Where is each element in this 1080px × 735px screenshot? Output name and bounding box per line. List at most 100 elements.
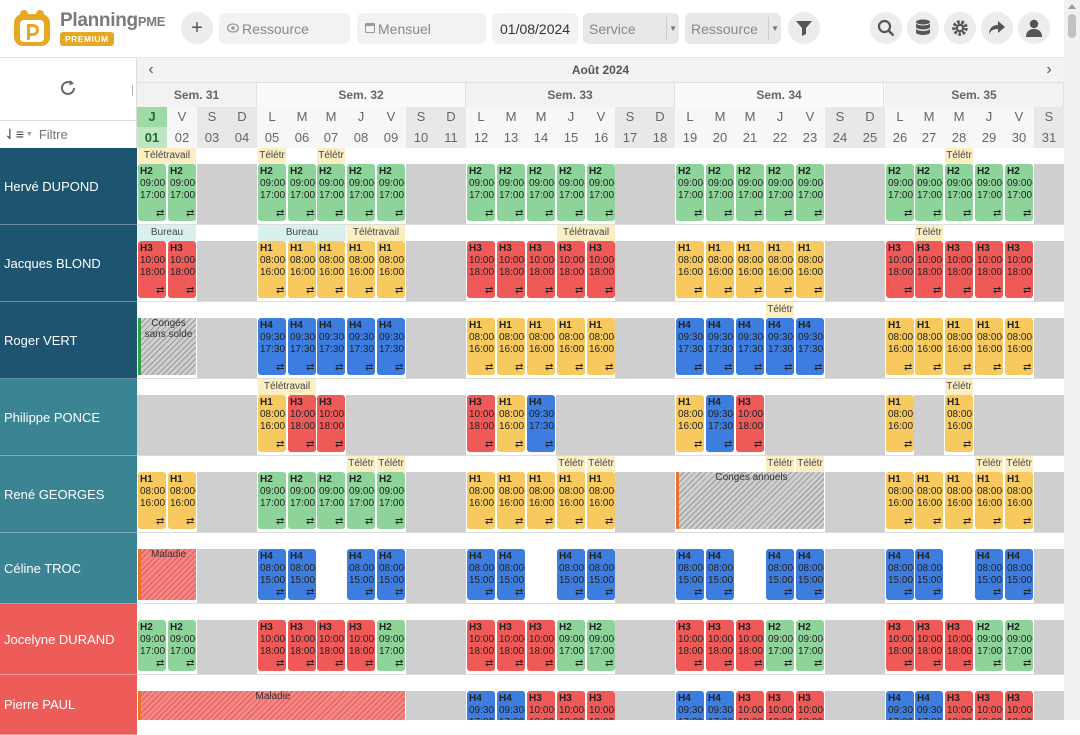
- scrollbar-thumb[interactable]: [1068, 14, 1076, 38]
- shift-block[interactable]: H1 08:00- 16:00 ⇄: [915, 472, 943, 529]
- shift-block[interactable]: H310:00-18:00⇄: [915, 241, 943, 298]
- chevron-down-icon[interactable]: ▼: [26, 131, 33, 138]
- shift-block[interactable]: H4 08:00- 15:00 ⇄: [467, 549, 495, 600]
- shift-block[interactable]: H409:30-17:30⇄: [497, 691, 525, 720]
- shift-block[interactable]: H4 08:00- 15:00 ⇄: [796, 549, 824, 600]
- office-tag[interactable]: Bureau: [138, 225, 196, 241]
- telework-tag[interactable]: Télétr: [347, 456, 375, 472]
- shift-block[interactable]: H2 09:00- 17:00 ⇄: [557, 620, 585, 671]
- shift-block[interactable]: H4 08:00- 15:00 ⇄: [766, 549, 794, 600]
- telework-tag[interactable]: Télétravail: [557, 225, 615, 241]
- shift-block[interactable]: H1 08:00- 16:00 ⇄: [557, 472, 585, 529]
- day-number[interactable]: 14: [526, 127, 556, 148]
- shift-block[interactable]: H310:00-18:00⇄: [527, 241, 555, 298]
- shift-block[interactable]: H1 08:00- 16:00 ⇄: [1005, 472, 1033, 529]
- telework-tag[interactable]: Télétr: [1005, 456, 1033, 472]
- absence-block[interactable]: Maladie: [138, 691, 405, 720]
- shift-block[interactable]: H4 08:00- 15:00 ⇄: [347, 549, 375, 600]
- day-number[interactable]: 03: [197, 127, 227, 148]
- shift-block[interactable]: H310:00-18:00⇄: [168, 241, 196, 298]
- shift-block[interactable]: H2 09:00- 17:00 ⇄: [258, 164, 286, 221]
- shift-block[interactable]: H310:00-18:00⇄: [975, 691, 1003, 720]
- shift-block[interactable]: H310:00-18:00⇄: [975, 241, 1003, 298]
- shift-block[interactable]: H2 09:00- 17:00 ⇄: [587, 620, 615, 671]
- filter-button[interactable]: [788, 12, 820, 44]
- shift-block[interactable]: H310:00-18:00⇄: [587, 691, 615, 720]
- shift-block[interactable]: H2 09:00- 17:00 ⇄: [317, 164, 345, 221]
- shift-block[interactable]: H2 09:00- 17:00 ⇄: [467, 164, 495, 221]
- shift-block[interactable]: H1 08:00- 16:00 ⇄: [736, 241, 764, 298]
- resource-select[interactable]: Ressource ▼: [685, 13, 781, 44]
- telework-tag[interactable]: Télétr: [945, 379, 973, 395]
- shift-block[interactable]: H310:00-18:00⇄: [497, 241, 525, 298]
- shift-block[interactable]: H310:00-18:00⇄: [736, 395, 764, 452]
- next-month-button[interactable]: ›: [1039, 58, 1059, 83]
- vertical-scrollbar[interactable]: [1064, 0, 1080, 720]
- shift-block[interactable]: H310:00-18:00⇄: [886, 241, 914, 298]
- shift-block[interactable]: H1 08:00- 16:00 ⇄: [557, 318, 585, 375]
- resource-name[interactable]: Philippe PONCE: [0, 379, 137, 456]
- shift-block[interactable]: H1 08:00- 16:00 ⇄: [377, 241, 405, 298]
- shift-block[interactable]: H1 08:00- 16:00 ⇄: [1005, 318, 1033, 375]
- shift-block[interactable]: H409:30-17:30⇄: [915, 691, 943, 720]
- shift-block[interactable]: H1 08:00- 16:00 ⇄: [886, 395, 914, 452]
- shift-block[interactable]: H2 09:00- 17:00 ⇄: [766, 164, 794, 221]
- shift-block[interactable]: H310:00-18:00⇄: [915, 620, 943, 671]
- day-number[interactable]: 16: [586, 127, 616, 148]
- absence-block[interactable]: Maladie: [138, 549, 196, 600]
- day-number[interactable]: 18: [645, 127, 675, 148]
- absence-block[interactable]: Congés annuels: [676, 472, 824, 529]
- day-number[interactable]: 15: [556, 127, 586, 148]
- shift-block[interactable]: H2 09:00- 17:00 ⇄: [168, 620, 196, 671]
- shift-block[interactable]: H2 09:00- 17:00 ⇄: [886, 164, 914, 221]
- resource-search-field[interactable]: Ressource: [219, 13, 350, 44]
- resource-name[interactable]: Céline TROC: [0, 533, 137, 604]
- shift-block[interactable]: H409:30-17:30⇄: [676, 691, 704, 720]
- shift-block[interactable]: H409:30-17:30⇄: [886, 691, 914, 720]
- shift-block[interactable]: H1 08:00- 16:00 ⇄: [467, 472, 495, 529]
- shift-block[interactable]: H310:00-18:00⇄: [138, 241, 166, 298]
- shift-block[interactable]: H2 09:00- 17:00 ⇄: [676, 164, 704, 221]
- day-number[interactable]: 06: [287, 127, 317, 148]
- shift-block[interactable]: H2 09:00- 17:00 ⇄: [587, 164, 615, 221]
- telework-tag[interactable]: Télétr: [915, 225, 943, 241]
- shift-block[interactable]: H409:30-17:30⇄: [377, 318, 405, 375]
- day-number[interactable]: 11: [436, 127, 466, 148]
- shift-block[interactable]: H1 08:00- 16:00 ⇄: [497, 472, 525, 529]
- shift-block[interactable]: H4 08:00- 15:00 ⇄: [258, 549, 286, 600]
- resource-name[interactable]: Jacques BLOND: [0, 225, 137, 302]
- telework-tag[interactable]: Télétravail: [138, 148, 196, 164]
- shift-block[interactable]: H409:30-17:30⇄: [317, 318, 345, 375]
- scroll-up-arrow-icon[interactable]: [1068, 4, 1076, 9]
- shift-block[interactable]: H310:00-18:00⇄: [886, 620, 914, 671]
- sort-icon[interactable]: ⇃≡: [4, 126, 24, 143]
- shift-block[interactable]: H310:00-18:00⇄: [467, 620, 495, 671]
- day-number[interactable]: 10: [406, 127, 436, 148]
- shift-block[interactable]: H409:30-17:30⇄: [796, 318, 824, 375]
- telework-tag[interactable]: Télétravail: [258, 379, 316, 395]
- shift-block[interactable]: H4 08:00- 15:00 ⇄: [557, 549, 585, 600]
- shift-block[interactable]: H1 08:00- 16:00 ⇄: [886, 318, 914, 375]
- shift-block[interactable]: H2 09:00- 17:00 ⇄: [796, 620, 824, 671]
- resource-name[interactable]: René GEORGES: [0, 456, 137, 533]
- shift-block[interactable]: H409:30-17:30⇄: [766, 318, 794, 375]
- telework-tag[interactable]: Télétravail: [347, 225, 405, 241]
- day-number[interactable]: 09: [376, 127, 406, 148]
- telework-tag[interactable]: Télétr: [557, 456, 585, 472]
- shift-block[interactable]: H409:30-17:30⇄: [258, 318, 286, 375]
- shift-block[interactable]: H4 08:00- 15:00 ⇄: [886, 549, 914, 600]
- shift-block[interactable]: H310:00-18:00⇄: [497, 620, 525, 671]
- shift-block[interactable]: H310:00-18:00⇄: [527, 691, 555, 720]
- shift-block[interactable]: H2 09:00- 17:00 ⇄: [258, 472, 286, 529]
- shift-block[interactable]: H310:00-18:00⇄: [945, 241, 973, 298]
- telework-tag[interactable]: Télétr: [766, 456, 794, 472]
- database-button[interactable]: [907, 12, 939, 44]
- shift-block[interactable]: H1 08:00- 16:00 ⇄: [676, 241, 704, 298]
- shift-block[interactable]: H2 09:00- 17:00 ⇄: [138, 164, 166, 221]
- day-number[interactable]: 02: [167, 127, 197, 148]
- shift-block[interactable]: H4 08:00- 15:00 ⇄: [915, 549, 943, 600]
- day-number[interactable]: 28: [944, 127, 974, 148]
- shift-block[interactable]: H1 08:00- 16:00 ⇄: [467, 318, 495, 375]
- office-tag[interactable]: Bureau: [258, 225, 346, 241]
- resource-filter-input[interactable]: [38, 127, 129, 142]
